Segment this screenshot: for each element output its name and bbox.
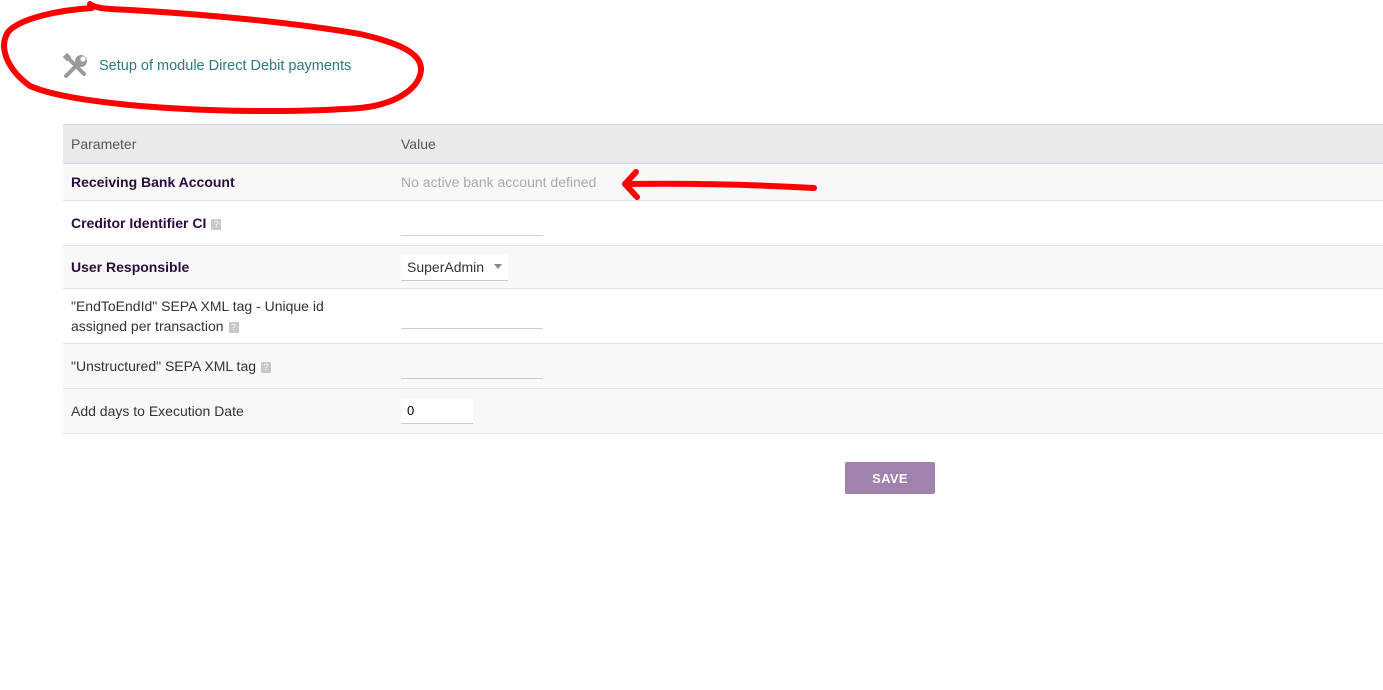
execution-days-input[interactable] xyxy=(401,398,473,424)
help-icon[interactable]: ? xyxy=(228,321,239,333)
user-responsible-value: SuperAdmin xyxy=(407,258,485,275)
execution-days-label: Add days to Execution Date xyxy=(71,403,244,419)
table-row: "Unstructured" SEPA XML tag? xyxy=(63,343,1383,389)
user-responsible-select[interactable]: SuperAdmin xyxy=(401,253,509,281)
page-title-area: Setup of module Direct Debit payments xyxy=(62,52,351,80)
creditor-identifier-label: Creditor Identifier CI xyxy=(71,215,207,231)
table-row: "EndToEndId" SEPA XML tag - Unique id as… xyxy=(63,288,1383,344)
endtoendid-label-line1: "EndToEndId" SEPA XML tag - Unique id xyxy=(71,298,324,314)
table-header-row: Parameter Value xyxy=(63,124,1383,164)
unstructured-input[interactable] xyxy=(401,353,543,379)
chevron-down-icon xyxy=(494,264,503,269)
column-header-value: Value xyxy=(393,124,1383,164)
table-row: Receiving Bank Account No active bank ac… xyxy=(63,163,1383,201)
help-icon[interactable]: ? xyxy=(261,361,272,373)
creditor-identifier-input[interactable] xyxy=(401,210,543,236)
setup-table: Parameter Value Receiving Bank Account N… xyxy=(63,124,1383,434)
column-header-parameter: Parameter xyxy=(63,124,393,164)
table-row: User Responsible SuperAdmin xyxy=(63,245,1383,289)
help-icon[interactable]: ? xyxy=(211,218,222,230)
tools-icon xyxy=(62,52,90,80)
table-row: Add days to Execution Date xyxy=(63,388,1383,434)
user-responsible-label: User Responsible xyxy=(71,259,190,275)
page-title: Setup of module Direct Debit payments xyxy=(99,58,352,74)
endtoendid-input[interactable] xyxy=(401,303,543,329)
unstructured-label: "Unstructured" SEPA XML tag xyxy=(71,358,257,374)
receiving-bank-account-label: Receiving Bank Account xyxy=(71,174,235,190)
save-button[interactable]: SAVE xyxy=(845,462,935,494)
endtoendid-label-line2: assigned per transaction xyxy=(71,318,224,334)
receiving-bank-account-value: No active bank account defined xyxy=(401,174,597,190)
table-row: Creditor Identifier CI? xyxy=(63,200,1383,246)
